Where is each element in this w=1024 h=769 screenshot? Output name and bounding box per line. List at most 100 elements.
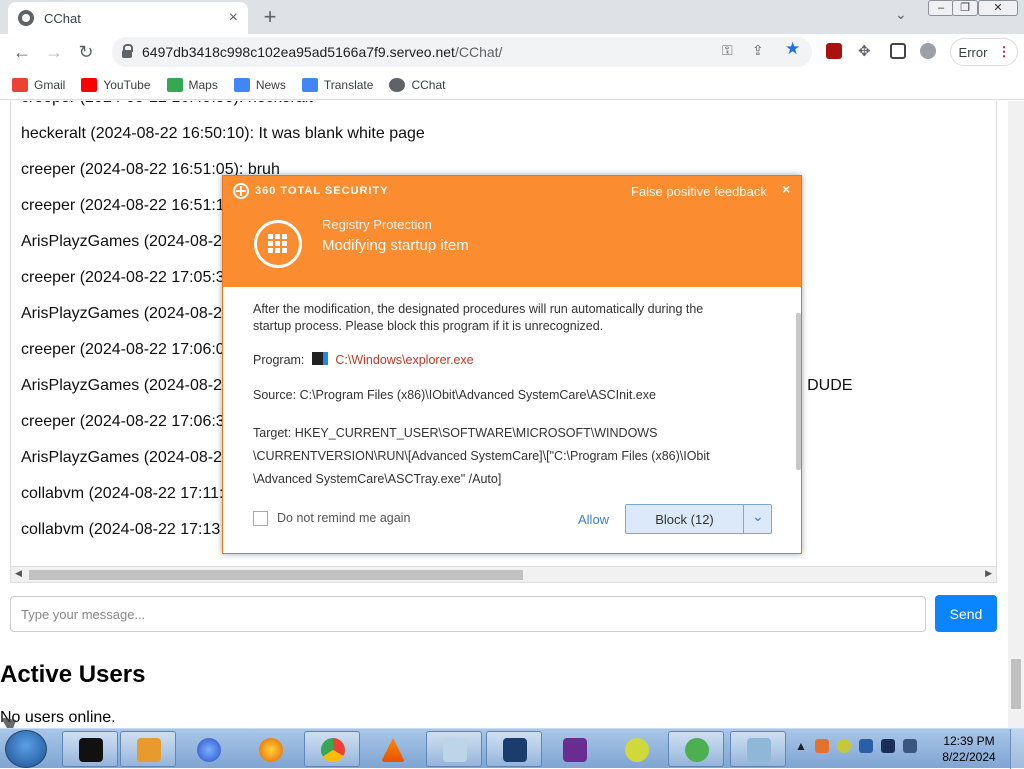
- taskbar-app-media[interactable]: [120, 731, 176, 767]
- puzzle-icon[interactable]: ✥: [858, 42, 871, 60]
- scroll-left-icon[interactable]: ◀: [15, 568, 22, 579]
- terminal-icon: [79, 738, 103, 762]
- chat-message: creeper (2024-08-22 17:06:0: [21, 341, 225, 358]
- start-button[interactable]: [5, 730, 47, 768]
- 360-plus-icon: [685, 738, 709, 762]
- taskbar-app-vlc[interactable]: [364, 731, 420, 767]
- notes-icon: [443, 738, 467, 762]
- chevron-down-icon[interactable]: ⌄: [895, 6, 907, 23]
- taskbar-app-firefox-dev[interactable]: [180, 731, 236, 767]
- popup-header: 360 TOTAL SECURITY False positive feedba…: [223, 176, 801, 287]
- forward-button[interactable]: →: [42, 40, 66, 64]
- bookmark-translate[interactable]: Translate: [301, 77, 374, 92]
- clock[interactable]: 12:39 PM 8/22/2024: [938, 733, 1000, 765]
- chat-message: creeper (2024-08-22 17:05:3: [21, 269, 225, 286]
- taskbar-app-360[interactable]: [608, 731, 664, 767]
- chrome-icon: [321, 738, 345, 762]
- taskbar-app-firefox[interactable]: [242, 731, 298, 767]
- url-text: 6497db3418c998c102ea95ad5166a7f9.serveo.…: [142, 44, 503, 60]
- program-label: Program:: [253, 353, 305, 367]
- tray-expand-icon[interactable]: ▲: [795, 739, 807, 753]
- scrollbar-thumb[interactable]: [1011, 659, 1021, 709]
- bookmark-label: News: [255, 77, 286, 92]
- translate-icon: [301, 77, 318, 92]
- 360-icon: [625, 738, 649, 762]
- bookmark-maps[interactable]: Maps: [166, 77, 218, 92]
- restore-button[interactable]: ❐: [952, 0, 978, 16]
- message-partial: creeper (2024-08-22 16:49:50): heckeralt: [21, 101, 313, 107]
- bookmark-gmail[interactable]: Gmail: [12, 77, 65, 92]
- share-icon[interactable]: ⇪: [752, 42, 764, 59]
- chat-message: collabvm (2024-08-22 17:11:: [21, 485, 224, 502]
- close-icon[interactable]: ×: [782, 181, 790, 197]
- bookmarks-bar: Gmail YouTube Maps News Translate CChat: [0, 70, 1024, 100]
- ublock-icon[interactable]: [826, 43, 842, 59]
- vertical-scrollbar[interactable]: [1008, 101, 1024, 728]
- horizontal-scrollbar[interactable]: ◀ ▶: [10, 566, 997, 583]
- taskbar-app-display[interactable]: [486, 731, 542, 767]
- popup-subtitle: Modifying startup item: [322, 237, 469, 254]
- popup-scrollbar[interactable]: [796, 313, 801, 470]
- key-icon[interactable]: ⚿: [722, 42, 733, 59]
- sidepanel-icon[interactable]: [890, 43, 906, 59]
- firefox-dev-icon: [197, 738, 221, 762]
- tray-volume-icon[interactable]: [902, 739, 917, 753]
- tab-cchat[interactable]: CChat ×: [8, 2, 248, 34]
- description-line: After the modification, the designated p…: [253, 302, 704, 316]
- program-value: C:\Windows\explorer.exe: [335, 353, 474, 367]
- tray-360-icon[interactable]: [836, 739, 851, 753]
- taskbar-app-chrome[interactable]: [304, 731, 360, 767]
- clock-date: 8/22/2024: [942, 750, 996, 764]
- bookmark-youtube[interactable]: YouTube: [81, 77, 151, 92]
- error-label: Error: [958, 44, 988, 60]
- vlc-icon: [381, 738, 405, 762]
- scrollbar-thumb[interactable]: [29, 570, 523, 580]
- bookmark-label: Maps: [188, 77, 218, 92]
- message-input[interactable]: [10, 596, 926, 632]
- bookmark-label: Translate: [323, 77, 374, 92]
- browser-toolbar: ← → ↻ 6497db3418c998c102ea95ad5166a7f9.s…: [0, 34, 1024, 70]
- globe-icon: [18, 10, 34, 26]
- tray-shield-icon[interactable]: [858, 739, 873, 753]
- globe-icon: [389, 77, 406, 92]
- error-button[interactable]: Error ⋮: [950, 38, 1018, 66]
- maps-icon: [166, 77, 183, 92]
- popup-title: Registry Protection: [322, 217, 432, 232]
- send-button[interactable]: Send: [935, 595, 997, 632]
- chat-message: creeper (2024-08-22 16:51:1: [21, 197, 225, 214]
- tray-network-icon[interactable]: [880, 739, 895, 753]
- explorer-icon: [311, 352, 328, 365]
- reload-button[interactable]: ↻: [74, 40, 98, 64]
- address-bar[interactable]: 6497db3418c998c102ea95ad5166a7f9.serveo.…: [112, 37, 812, 67]
- monitor-icon: [503, 738, 527, 762]
- taskbar-app-notes[interactable]: [426, 731, 482, 767]
- scroll-right-icon[interactable]: ▶: [985, 568, 992, 579]
- bookmark-news[interactable]: News: [233, 77, 286, 92]
- media-player-icon: [137, 738, 161, 762]
- profile-icon[interactable]: [920, 43, 936, 59]
- star-icon[interactable]: ★: [785, 39, 800, 59]
- chevron-down-icon[interactable]: ⌄: [752, 508, 764, 525]
- tray-app-icon[interactable]: [814, 739, 829, 753]
- allow-button[interactable]: Allow: [578, 512, 609, 527]
- bookmark-label: YouTube: [103, 77, 151, 92]
- taskbar-app-vstudio[interactable]: [546, 731, 602, 767]
- taskbar-app-360-active[interactable]: [668, 731, 724, 767]
- dont-remind-checkbox[interactable]: [253, 511, 268, 526]
- false-positive-link[interactable]: False positive feedback: [631, 184, 767, 199]
- show-desktop-button[interactable]: [1010, 729, 1024, 769]
- back-button[interactable]: ←: [10, 40, 34, 64]
- block-button[interactable]: Block (12) ⌄: [625, 504, 772, 534]
- clock-time: 12:39 PM: [943, 734, 995, 748]
- lock-icon: [122, 44, 133, 58]
- close-window-button[interactable]: ✕: [978, 0, 1018, 16]
- taskbar-app-search[interactable]: [730, 731, 786, 767]
- chat-message: ArisPlayzGames (2024-08-2: [21, 377, 222, 394]
- bookmark-cchat[interactable]: CChat: [389, 77, 445, 92]
- target-value: HKEY_CURRENT_USER\SOFTWARE\MICROSOFT\WIN…: [294, 426, 658, 440]
- close-tab-icon[interactable]: ×: [229, 9, 238, 27]
- minimize-button[interactable]: –: [928, 0, 954, 16]
- taskbar-app-cmd[interactable]: [62, 731, 118, 767]
- youtube-icon: [81, 77, 98, 92]
- new-tab-button[interactable]: +: [258, 4, 282, 30]
